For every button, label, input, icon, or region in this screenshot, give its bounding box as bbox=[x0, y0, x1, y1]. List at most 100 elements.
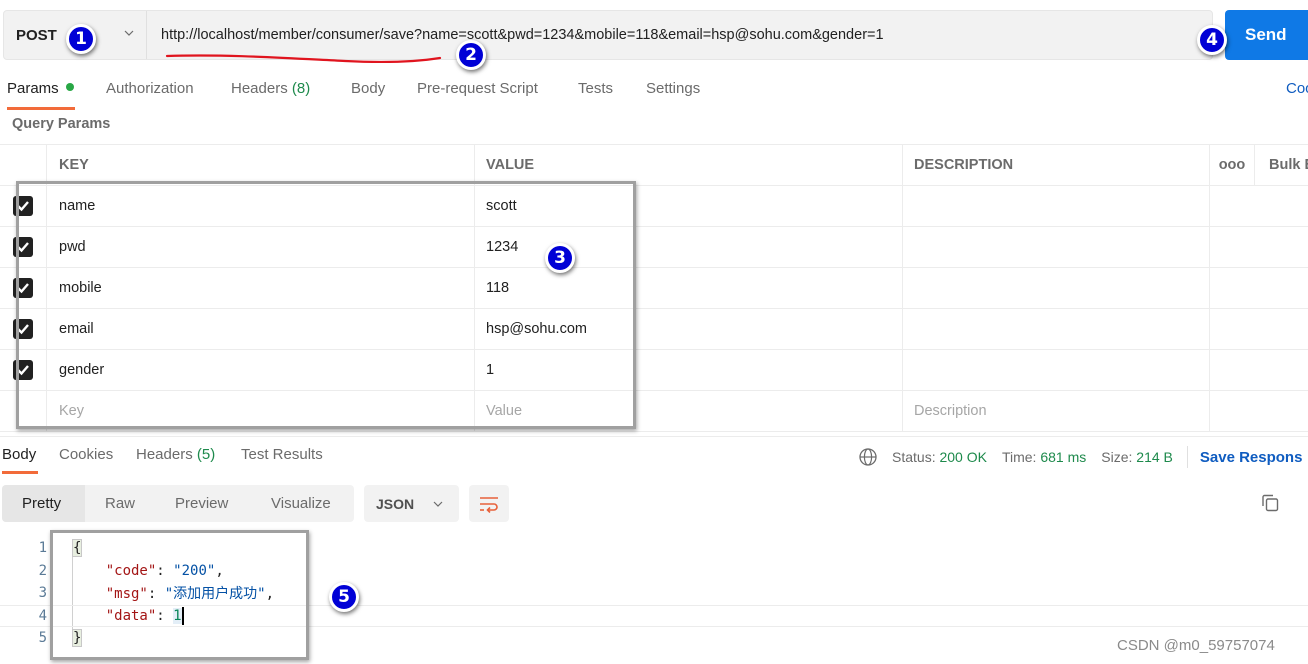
view-visualize[interactable]: Visualize bbox=[250, 485, 354, 522]
tab-tests-label: Tests bbox=[578, 80, 614, 97]
check-icon bbox=[17, 365, 29, 376]
line-number: 1 bbox=[38, 540, 47, 557]
param-value[interactable]: scott bbox=[475, 186, 903, 226]
checkbox-checked[interactable] bbox=[13, 360, 33, 380]
json-key: "code" bbox=[105, 562, 157, 579]
method-label: POST bbox=[16, 26, 57, 44]
param-value[interactable]: 1 bbox=[475, 350, 903, 390]
view-preview[interactable]: Preview bbox=[154, 485, 250, 522]
tab-settings-label: Settings bbox=[646, 80, 701, 97]
red-underline-annotation bbox=[165, 54, 442, 64]
line-number: 3 bbox=[38, 585, 47, 602]
tab-pre-request-label: Pre-request Script bbox=[417, 80, 538, 97]
wrap-lines-icon bbox=[480, 496, 498, 513]
row-checkbox-cell bbox=[0, 268, 47, 308]
send-button[interactable]: Send bbox=[1225, 10, 1308, 60]
annotation-badge-1: 1 bbox=[66, 24, 96, 54]
status-value[interactable]: 200 OK bbox=[939, 449, 986, 465]
param-description[interactable] bbox=[903, 309, 1210, 349]
check-icon bbox=[17, 242, 29, 253]
copy-button[interactable] bbox=[1258, 491, 1282, 515]
param-key[interactable]: pwd bbox=[47, 227, 475, 267]
json-value: "添加用户成功" bbox=[164, 586, 266, 603]
json-key: "data" bbox=[105, 607, 157, 624]
active-response-tab-indicator bbox=[2, 471, 38, 474]
param-value[interactable]: hsp@sohu.com bbox=[475, 309, 903, 349]
param-key[interactable]: gender bbox=[47, 350, 475, 390]
response-meta: Status: 200 OK Time: 681 ms Size: 214 B … bbox=[858, 446, 1302, 468]
code-line: 1 { bbox=[0, 537, 1308, 560]
query-params-title: Query Params bbox=[12, 116, 111, 132]
param-key[interactable]: email bbox=[47, 309, 475, 349]
url-text: http://localhost/member/consumer/save?na… bbox=[161, 27, 884, 43]
response-tab-body[interactable]: Body bbox=[2, 446, 36, 463]
time-value[interactable]: 681 ms bbox=[1040, 449, 1086, 465]
code-text: "data": 1 bbox=[105, 606, 184, 625]
table-row: email hsp@sohu.com bbox=[0, 309, 1308, 350]
response-tab-cookies[interactable]: Cookies bbox=[59, 446, 113, 463]
close-brace: } bbox=[72, 629, 83, 648]
annotation-badge-2: 2 bbox=[456, 40, 486, 70]
more-options-icon[interactable]: ooo bbox=[1210, 145, 1255, 185]
params-active-dot bbox=[65, 83, 74, 92]
cookies-link[interactable]: Coo bbox=[1286, 80, 1308, 97]
line-number: 5 bbox=[38, 630, 47, 647]
tab-authorization[interactable]: Authorization bbox=[106, 80, 194, 97]
param-value[interactable]: 1234 bbox=[475, 227, 903, 267]
active-tab-indicator bbox=[7, 107, 75, 110]
format-select[interactable]: JSON bbox=[364, 485, 459, 522]
new-value-input[interactable]: Value bbox=[475, 391, 903, 431]
response-tab-headers[interactable]: Headers (5) bbox=[136, 446, 215, 463]
code-text: "msg": "添加用户成功", bbox=[105, 586, 275, 603]
size-value[interactable]: 214 B bbox=[1136, 449, 1173, 465]
watermark: CSDN @m0_59757074 bbox=[1117, 637, 1275, 654]
response-tab-test-results[interactable]: Test Results bbox=[241, 446, 323, 463]
table-row-new: Key Value Description bbox=[0, 391, 1308, 432]
table-row: name scott bbox=[0, 186, 1308, 227]
size-label: Size: bbox=[1101, 449, 1133, 465]
tab-headers-count: (8) bbox=[291, 80, 311, 97]
checkbox-checked[interactable] bbox=[13, 237, 33, 257]
tab-authorization-label: Authorization bbox=[106, 80, 194, 97]
param-value[interactable]: 118 bbox=[475, 268, 903, 308]
param-key[interactable]: name bbox=[47, 186, 475, 226]
param-description[interactable] bbox=[903, 227, 1210, 267]
param-description[interactable] bbox=[903, 350, 1210, 390]
header-key: KEY bbox=[47, 145, 475, 185]
view-raw[interactable]: Raw bbox=[85, 485, 154, 522]
format-label: JSON bbox=[376, 495, 415, 512]
row-checkbox-cell bbox=[0, 186, 47, 226]
checkbox-checked[interactable] bbox=[13, 278, 33, 298]
param-key[interactable]: mobile bbox=[47, 268, 475, 308]
response-tab-body-label: Body bbox=[2, 446, 37, 463]
wrap-lines-button[interactable] bbox=[469, 485, 509, 522]
chevron-down-icon bbox=[433, 501, 443, 507]
json-comma: , bbox=[215, 562, 224, 579]
param-description[interactable] bbox=[903, 186, 1210, 226]
tab-body[interactable]: Body bbox=[351, 80, 385, 97]
table-row: pwd 1234 bbox=[0, 227, 1308, 268]
tab-tests[interactable]: Tests bbox=[578, 80, 613, 97]
tab-params[interactable]: Params bbox=[7, 80, 74, 97]
table-row: gender 1 bbox=[0, 350, 1308, 391]
save-response-button[interactable]: Save Respons bbox=[1200, 449, 1303, 466]
param-description[interactable] bbox=[903, 268, 1210, 308]
globe-icon[interactable] bbox=[858, 447, 878, 467]
tab-params-label: Params bbox=[7, 80, 59, 97]
response-tabs: Body Cookies Headers (5) Test Results St… bbox=[0, 436, 1308, 476]
check-icon bbox=[17, 324, 29, 335]
json-key: "msg" bbox=[105, 586, 148, 603]
tab-headers-label: Headers bbox=[231, 80, 288, 97]
new-description-input[interactable]: Description bbox=[903, 391, 1210, 431]
checkbox-checked[interactable] bbox=[13, 196, 33, 216]
header-value: VALUE bbox=[475, 145, 903, 185]
tab-headers[interactable]: Headers (8) bbox=[231, 80, 310, 97]
response-tab-test-results-label: Test Results bbox=[241, 446, 323, 463]
view-pretty[interactable]: Pretty bbox=[2, 485, 85, 522]
checkbox-checked[interactable] bbox=[13, 319, 33, 339]
new-key-input[interactable]: Key bbox=[47, 391, 475, 431]
code-text: "code": "200", bbox=[105, 562, 224, 579]
bulk-edit-button[interactable]: Bulk E bbox=[1255, 145, 1308, 185]
tab-pre-request-script[interactable]: Pre-request Script bbox=[417, 80, 538, 97]
tab-settings[interactable]: Settings bbox=[646, 80, 700, 97]
